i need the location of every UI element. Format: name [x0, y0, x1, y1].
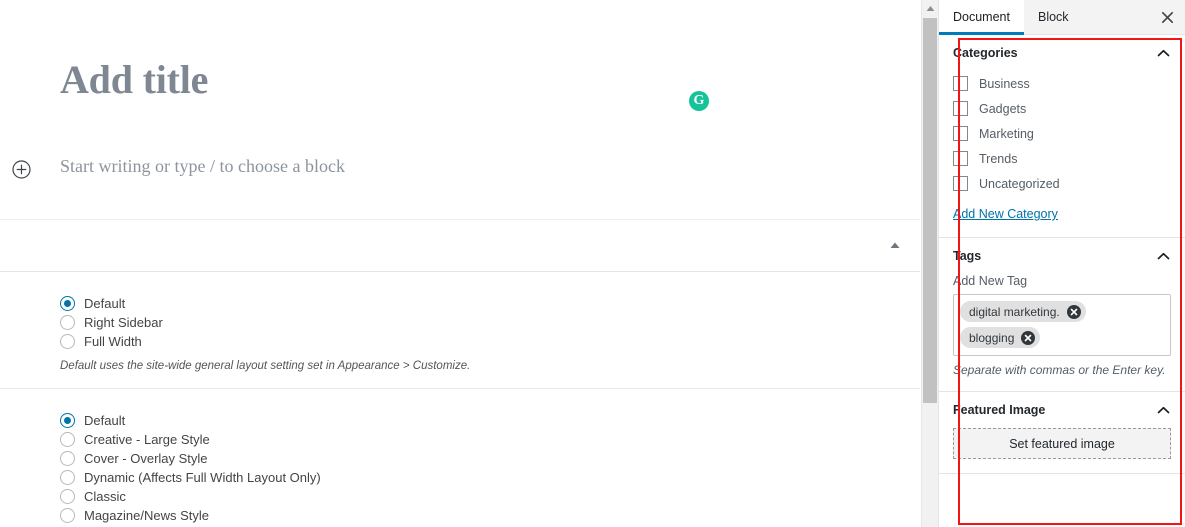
triangle-up-icon[interactable]	[888, 239, 902, 251]
layout-radio-group[interactable]: Default Right Sidebar Full Width	[0, 294, 920, 351]
tag-token[interactable]: digital marketing.	[960, 301, 1086, 322]
metabox-layout-settings: Default Right Sidebar Full Width Default…	[0, 272, 920, 389]
editor-canvas[interactable]: Add title G Start writing or type / to c…	[0, 0, 920, 219]
category-checkbox-uncategorized[interactable]: Uncategorized	[953, 171, 1171, 196]
layout-help-text: Default uses the site-wide general layou…	[60, 360, 471, 372]
document-settings-sidebar: Document Block Categories Business Gadge…	[938, 0, 1185, 527]
post-title-input[interactable]: Add title	[60, 60, 208, 100]
radio-style-classic[interactable]: Classic	[0, 487, 920, 506]
checkbox-icon[interactable]	[953, 76, 968, 91]
tab-block[interactable]: Block	[1024, 0, 1083, 34]
radio-label: Dynamic (Affects Full Width Layout Only)	[84, 470, 321, 485]
chevron-up-icon[interactable]	[1155, 45, 1171, 61]
panel-featured-image: Featured Image Set featured image	[939, 392, 1185, 474]
radio-mark-icon	[60, 315, 75, 330]
add-new-category-link[interactable]: Add New Category	[953, 207, 1058, 221]
tab-document-label: Document	[953, 10, 1010, 24]
radio-style-dynamic[interactable]: Dynamic (Affects Full Width Layout Only)	[0, 468, 920, 487]
radio-style-cover-overlay[interactable]: Cover - Overlay Style	[0, 449, 920, 468]
tags-input[interactable]: digital marketing. blogging	[953, 294, 1171, 356]
checkbox-icon[interactable]	[953, 151, 968, 166]
panel-featured-image-header[interactable]: Featured Image	[939, 392, 1185, 428]
post-editor-screen: Add title G Start writing or type / to c…	[0, 0, 1185, 527]
category-label: Trends	[979, 151, 1018, 166]
grammarly-icon[interactable]: G	[689, 91, 709, 111]
add-new-tag-label: Add New Tag	[953, 274, 1028, 288]
sidebar-tab-bar: Document Block	[939, 0, 1185, 35]
radio-style-default[interactable]: Default	[0, 411, 920, 430]
category-checkbox-marketing[interactable]: Marketing	[953, 121, 1171, 146]
category-label: Uncategorized	[979, 176, 1060, 191]
checkbox-icon[interactable]	[953, 101, 968, 116]
scroll-up-arrow-icon[interactable]	[922, 0, 938, 17]
panel-tags-header[interactable]: Tags	[939, 238, 1185, 274]
tag-token[interactable]: blogging	[960, 327, 1041, 348]
category-label: Gadgets	[979, 101, 1027, 116]
panel-categories-body: Business Gadgets Marketing Trends Uncate…	[939, 71, 1185, 237]
tab-block-label: Block	[1037, 10, 1069, 24]
panel-featured-image-title: Featured Image	[953, 403, 1046, 417]
radio-style-creative-large[interactable]: Creative - Large Style	[0, 430, 920, 449]
editor-scrollbar-thumb[interactable]	[923, 18, 937, 403]
radio-layout-default[interactable]: Default	[0, 294, 920, 313]
style-radio-group[interactable]: Default Creative - Large Style Cover - O…	[0, 411, 920, 525]
panel-tags-title: Tags	[953, 249, 982, 263]
radio-layout-full-width[interactable]: Full Width	[0, 332, 920, 351]
radio-label: Default	[84, 296, 126, 311]
set-featured-image-button[interactable]: Set featured image	[953, 428, 1171, 459]
checkbox-icon[interactable]	[953, 126, 968, 141]
radio-mark-icon	[60, 470, 75, 485]
radio-mark-icon	[60, 432, 75, 447]
block-placeholder-text[interactable]: Start writing or type / to choose a bloc…	[60, 156, 345, 177]
sidebar-panels: Categories Business Gadgets Marketing Tr…	[939, 35, 1185, 527]
checkbox-icon[interactable]	[953, 176, 968, 191]
metabox-toolbar	[0, 219, 920, 272]
panel-categories: Categories Business Gadgets Marketing Tr…	[939, 35, 1185, 238]
panel-featured-image-body: Set featured image	[939, 428, 1185, 473]
radio-layout-right-sidebar[interactable]: Right Sidebar	[0, 313, 920, 332]
radio-label: Magazine/News Style	[84, 508, 209, 523]
category-checkbox-gadgets[interactable]: Gadgets	[953, 96, 1171, 121]
radio-mark-icon	[60, 296, 75, 311]
radio-mark-icon	[60, 413, 75, 428]
tag-token-label: digital marketing.	[969, 304, 1060, 319]
editor-region: Add title G Start writing or type / to c…	[0, 0, 938, 527]
panel-categories-title: Categories	[953, 46, 1018, 60]
radio-mark-icon	[60, 334, 75, 349]
metabox-style-settings: Default Creative - Large Style Cover - O…	[0, 389, 920, 527]
radio-label: Classic	[84, 489, 126, 504]
tag-token-label: blogging	[969, 330, 1015, 345]
radio-label: Full Width	[84, 334, 142, 349]
tab-document[interactable]: Document	[939, 0, 1024, 35]
panel-tags-body: Add New Tag digital marketing. blogging …	[939, 274, 1185, 391]
radio-style-magazine-news[interactable]: Magazine/News Style	[0, 506, 920, 525]
radio-mark-icon	[60, 489, 75, 504]
radio-mark-icon	[60, 508, 75, 523]
tags-help-text: Separate with commas or the Enter key.	[953, 363, 1166, 377]
plus-circle-icon[interactable]	[12, 160, 31, 179]
chevron-up-icon[interactable]	[1155, 402, 1171, 418]
remove-circle-icon[interactable]	[1066, 304, 1081, 319]
category-checkbox-business[interactable]: Business	[953, 71, 1171, 96]
category-label: Business	[979, 76, 1030, 91]
radio-label: Creative - Large Style	[84, 432, 210, 447]
radio-mark-icon	[60, 451, 75, 466]
radio-label: Cover - Overlay Style	[84, 451, 208, 466]
category-label: Marketing	[979, 126, 1034, 141]
remove-circle-icon[interactable]	[1021, 330, 1036, 345]
panel-categories-header[interactable]: Categories	[939, 35, 1185, 71]
chevron-up-icon[interactable]	[1155, 248, 1171, 264]
radio-label: Default	[84, 413, 126, 428]
radio-label: Right Sidebar	[84, 315, 163, 330]
close-icon[interactable]	[1149, 0, 1185, 34]
category-checkbox-trends[interactable]: Trends	[953, 146, 1171, 171]
editor-scrollbar[interactable]	[921, 0, 938, 527]
panel-tags: Tags Add New Tag digital marketing. blog…	[939, 238, 1185, 392]
